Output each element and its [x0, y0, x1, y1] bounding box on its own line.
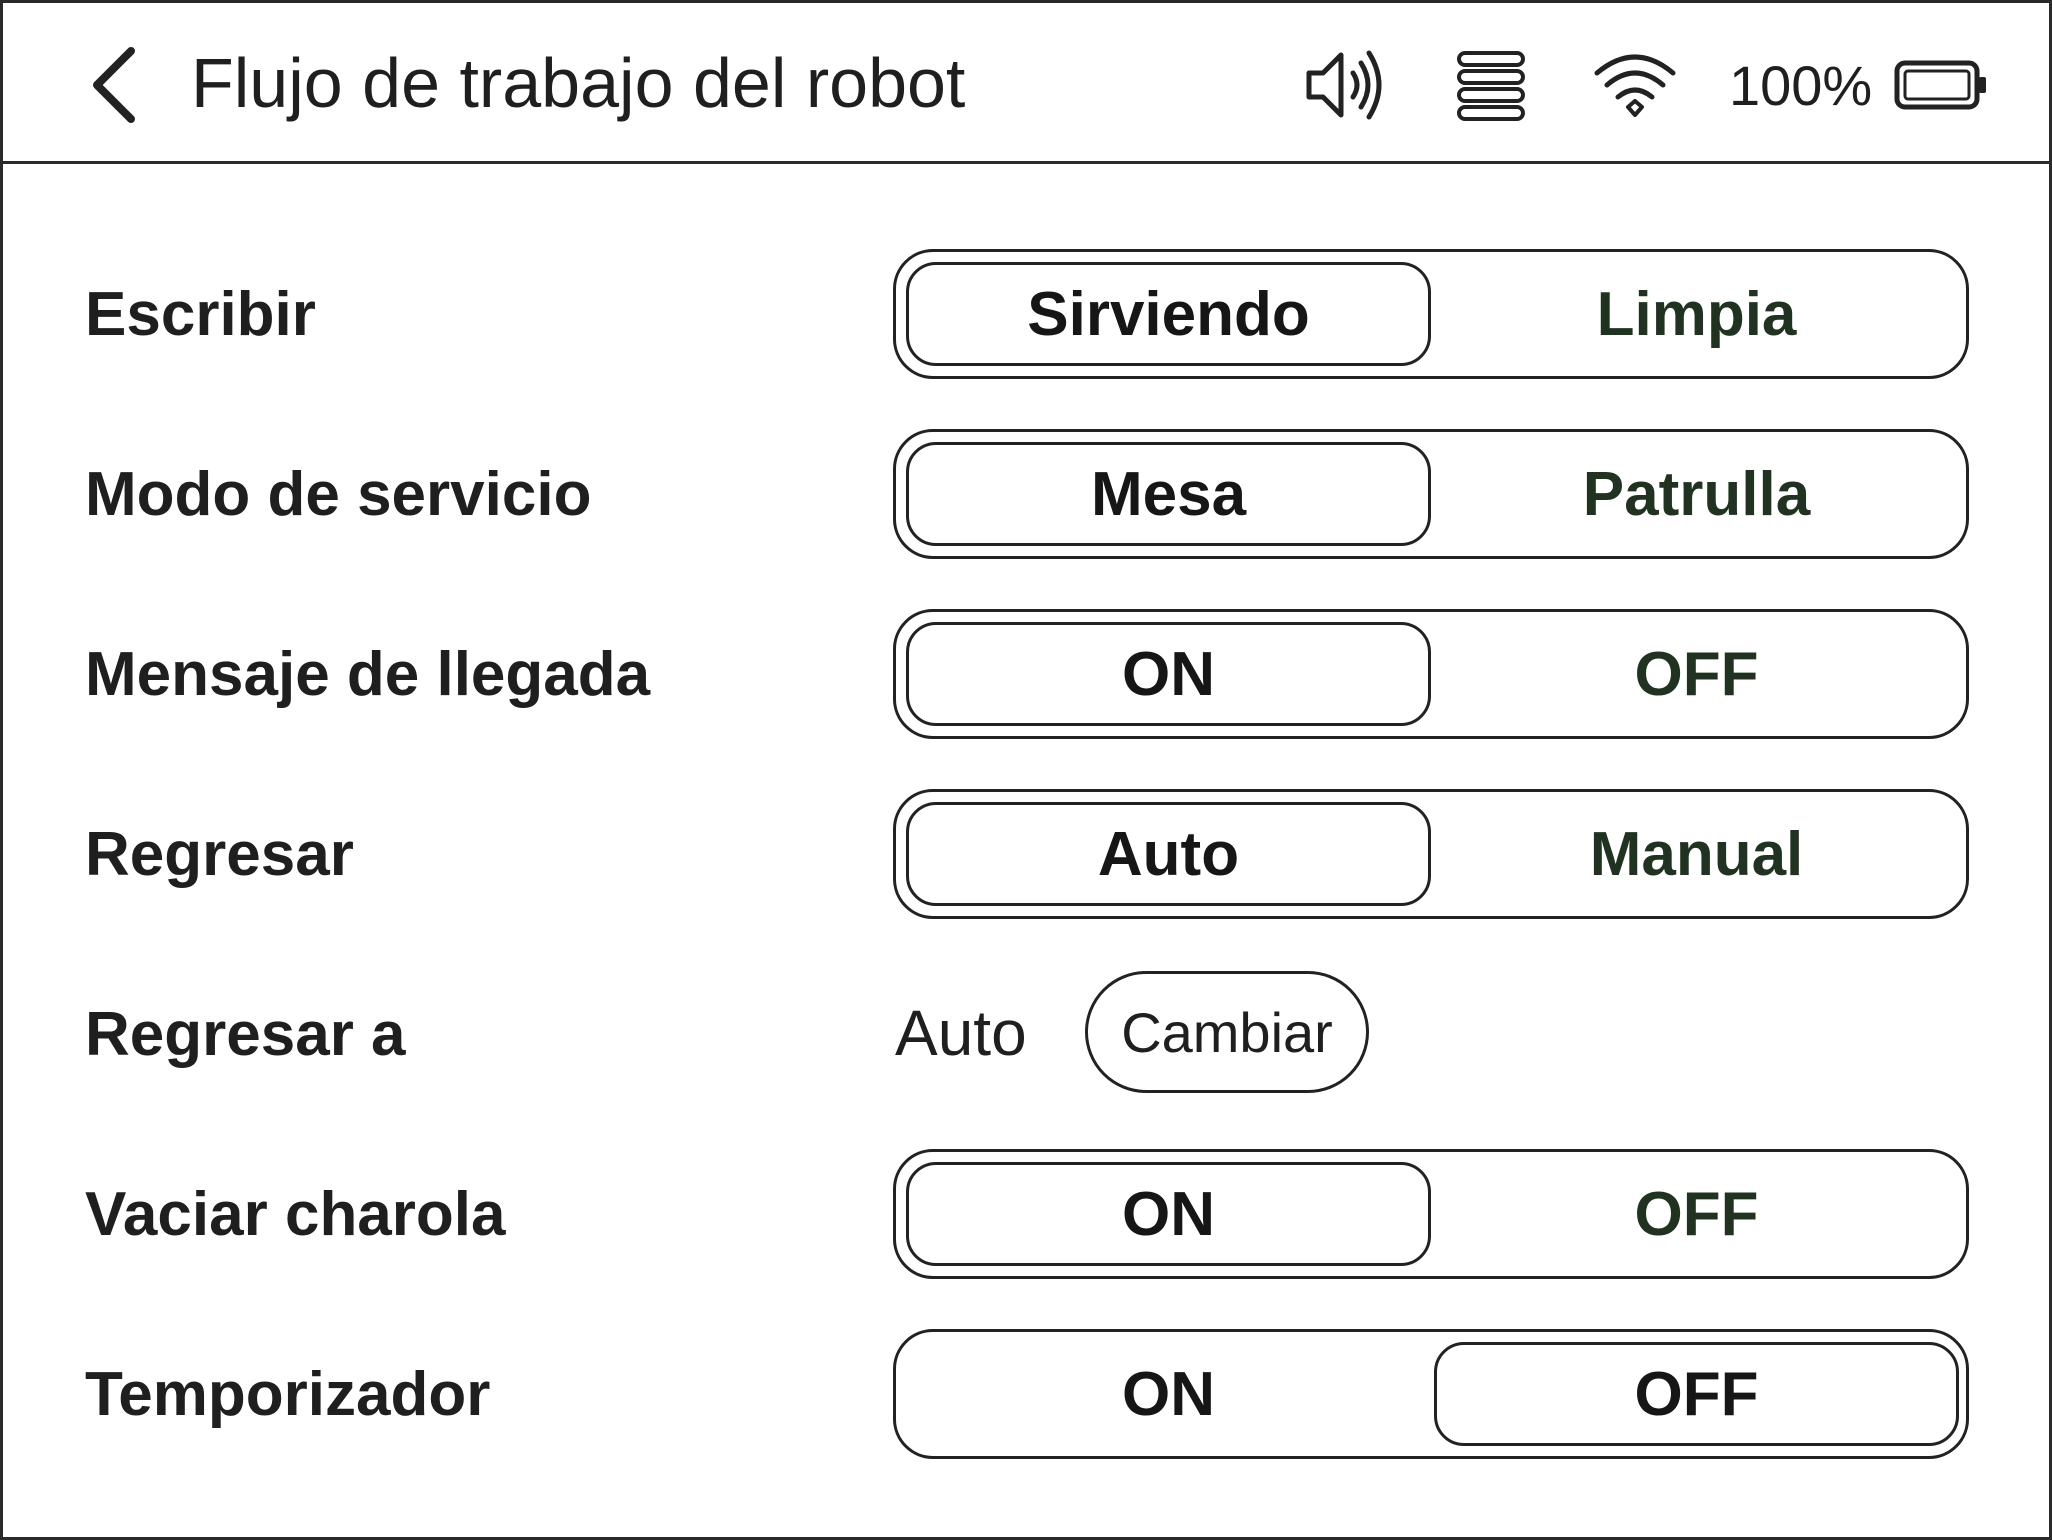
label-modo-de-servicio: Modo de servicio	[85, 460, 592, 529]
back-chevron-icon[interactable]	[85, 43, 145, 127]
label-mensaje-de-llegada: Mensaje de llegada	[85, 640, 651, 709]
option-off[interactable]: OFF	[1434, 1162, 1959, 1266]
option-on[interactable]: ON	[906, 622, 1431, 726]
option-auto[interactable]: Auto	[906, 802, 1431, 906]
change-button[interactable]: Cambiar	[1085, 971, 1369, 1093]
label-vaciar-charola: Vaciar charola	[85, 1180, 506, 1249]
segmented-vaciar-charola: ON OFF	[893, 1149, 1969, 1279]
segmented-temporizador: ON OFF	[893, 1329, 1969, 1459]
return-target-value: Auto	[895, 997, 1027, 1069]
option-off[interactable]: OFF	[1434, 622, 1959, 726]
screen-frame: Flujo de trabajo del robot 100% Escribir…	[0, 0, 2052, 1540]
volume-icon[interactable]	[1303, 43, 1387, 127]
option-patrulla[interactable]: Patrulla	[1434, 442, 1959, 546]
segmented-mensaje-de-llegada: ON OFF	[893, 609, 1969, 739]
option-limpia[interactable]: Limpia	[1434, 262, 1959, 366]
battery-icon	[1894, 60, 1986, 110]
battery-percentage: 100%	[1729, 54, 1873, 117]
label-regresar-a: Regresar a	[85, 1000, 406, 1069]
option-manual[interactable]: Manual	[1434, 802, 1959, 906]
segmented-escribir: Sirviendo Limpia	[893, 249, 1969, 379]
option-off[interactable]: OFF	[1434, 1342, 1959, 1446]
top-bar: Flujo de trabajo del robot 100%	[3, 3, 2049, 164]
wifi-icon[interactable]	[1591, 43, 1679, 127]
segmented-regresar: Auto Manual	[893, 789, 1969, 919]
option-mesa[interactable]: Mesa	[906, 442, 1431, 546]
label-regresar: Regresar	[85, 820, 354, 889]
page-title: Flujo de trabajo del robot	[191, 44, 966, 122]
label-temporizador: Temporizador	[85, 1360, 491, 1429]
list-icon[interactable]	[1453, 43, 1529, 127]
segmented-modo-de-servicio: Mesa Patrulla	[893, 429, 1969, 559]
option-on[interactable]: ON	[906, 1342, 1431, 1446]
label-escribir: Escribir	[85, 280, 316, 349]
option-sirviendo[interactable]: Sirviendo	[906, 262, 1431, 366]
option-on[interactable]: ON	[906, 1162, 1431, 1266]
